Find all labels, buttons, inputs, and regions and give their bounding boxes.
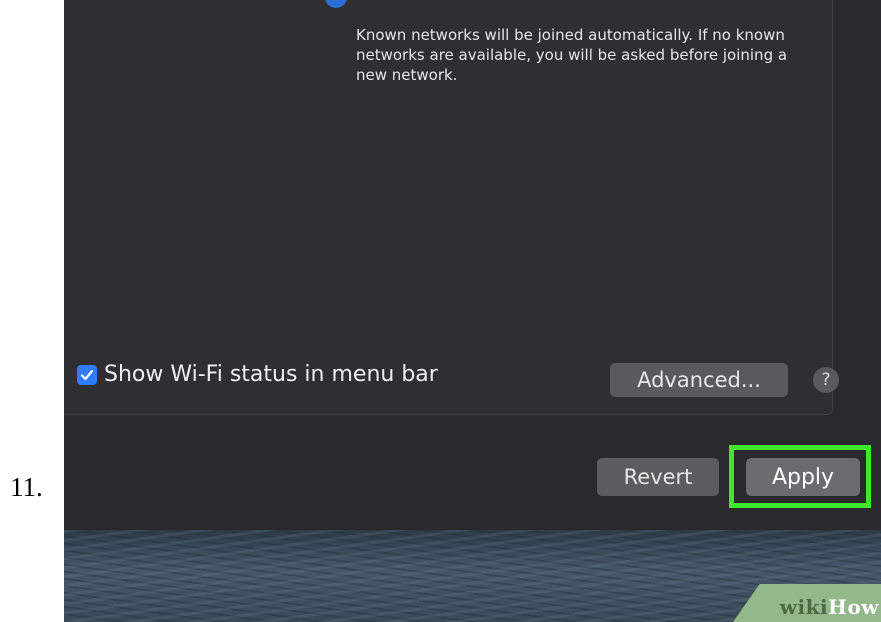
step-number: 11. (10, 472, 43, 502)
checkmark-icon (80, 369, 94, 380)
watermark-how: How (828, 595, 879, 619)
advanced-button[interactable]: Advanced... (610, 363, 788, 397)
revert-button[interactable]: Revert (597, 458, 719, 496)
show-wifi-status-label: Show Wi-Fi status in menu bar (104, 362, 438, 387)
show-wifi-status-option[interactable]: Show Wi-Fi status in menu bar (77, 362, 438, 387)
ask-to-join-radio[interactable] (325, 0, 347, 8)
show-wifi-status-checkbox[interactable] (77, 364, 97, 385)
ask-to-join-description: Known networks will be joined automatica… (356, 26, 788, 84)
watermark-text: wikiHow (780, 595, 879, 619)
help-button[interactable]: ? (813, 367, 839, 393)
system-preferences-screen: Known networks will be joined automatica… (64, 0, 881, 622)
watermark-wiki: wiki (779, 595, 829, 619)
network-panel: Known networks will be joined automatica… (64, 0, 839, 415)
apply-button[interactable]: Apply (746, 458, 860, 496)
